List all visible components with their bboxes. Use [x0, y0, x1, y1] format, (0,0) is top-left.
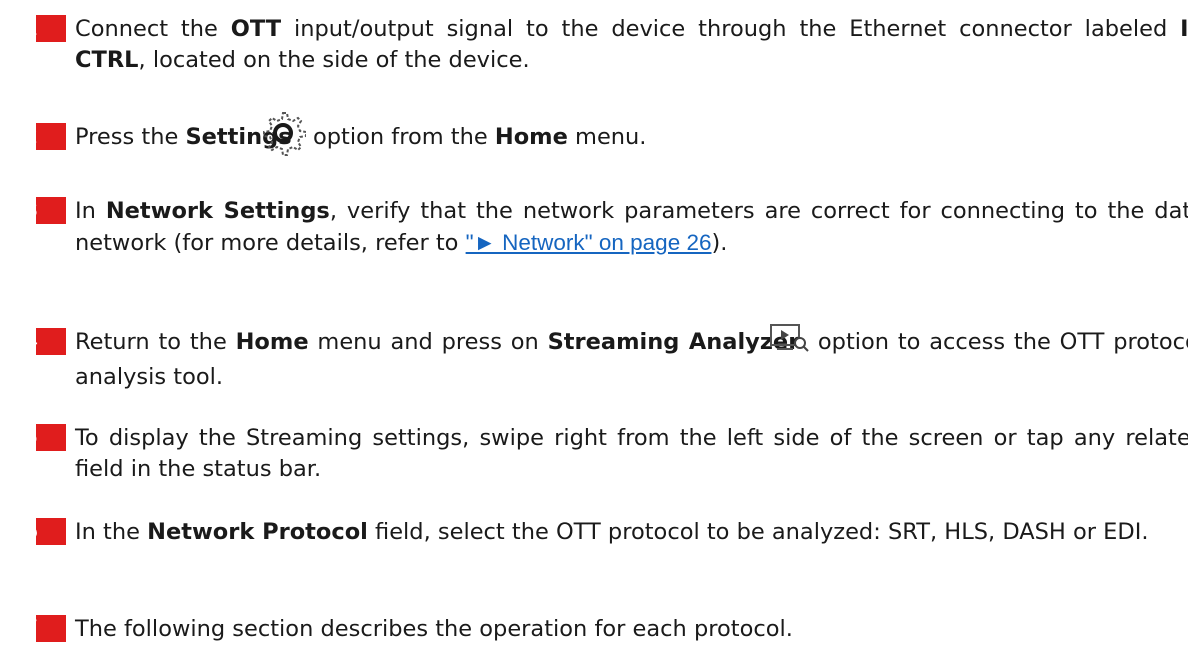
step-3: 3 In Network Settings, verify that the ne…: [25, 196, 1188, 259]
step-text: , located on the side of the device.: [138, 47, 530, 73]
step-text: menu and press on: [308, 329, 548, 355]
step-5: 5 To display the Streaming settings, swip…: [25, 423, 1188, 485]
step-number: 4: [25, 328, 66, 355]
page-reference-link[interactable]: "► Network" on page 26: [466, 230, 712, 255]
step-text: Return to the: [75, 329, 236, 355]
step-6: 6 In the Network Protocol field, select t…: [25, 517, 1188, 548]
step-number: 6: [25, 518, 66, 545]
bold-term: Streaming Analyzer: [547, 329, 800, 355]
bold-term: Home: [494, 124, 568, 150]
bold-term: OTT: [230, 16, 282, 42]
step-text: Press the: [75, 124, 186, 150]
step-text: Connect the: [75, 16, 231, 42]
step-text: In the: [75, 519, 148, 545]
step-number: 2: [25, 123, 66, 150]
step-text: menu.: [567, 124, 647, 150]
bold-term: Network Protocol: [147, 519, 368, 545]
step-text: The following section describes the oper…: [75, 616, 793, 642]
step-text: In: [75, 198, 106, 224]
step-text: field, select the OTT protocol to be ana…: [367, 519, 1149, 545]
gear-icon: [262, 110, 307, 165]
step-number: 7: [25, 615, 66, 642]
step-number: 1: [25, 15, 66, 42]
step-text: input/output signal to the device throug…: [281, 16, 1181, 42]
step-text: To display the Streaming settings, swipe…: [75, 425, 1188, 482]
bold-term: Home: [235, 329, 309, 355]
step-4: 4 Return to the Home menu and press on St…: [25, 323, 1188, 393]
step-7: 7 The following section describes the ope…: [25, 614, 1188, 645]
step-text: option from the: [305, 124, 495, 150]
step-2: 2 Press the Settings option from the Home…: [25, 110, 1188, 165]
step-number: 3: [25, 197, 66, 224]
bold-term: Network Settings: [105, 198, 330, 224]
step-number: 5: [25, 424, 66, 451]
step-1: 1 Connect the OTT input/output signal to …: [25, 14, 1188, 76]
step-text: ).: [711, 230, 728, 256]
